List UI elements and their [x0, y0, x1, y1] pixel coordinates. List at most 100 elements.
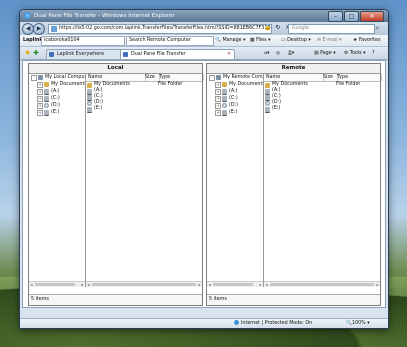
star-icon: ★	[353, 38, 358, 43]
files-button[interactable]: ▦ Files ▾	[250, 36, 271, 45]
tree-scrollbar[interactable]: ◂ ▸	[29, 281, 85, 287]
tree-item[interactable]: + My Documents	[29, 81, 85, 88]
page-menu[interactable]: ▤ Page ▾	[314, 49, 336, 58]
list-item[interactable]: (E:)	[86, 106, 202, 113]
tree-item[interactable]: - My Remote Comp	[207, 74, 263, 81]
tree-item[interactable]: + (A:)	[29, 88, 85, 95]
drive-icon	[44, 110, 49, 116]
home-icon[interactable]: ⌂▾	[264, 49, 269, 58]
tab-dual-pane-file-transfer[interactable]: Dual Pane File Transfer ✕	[120, 49, 235, 59]
column-header-type[interactable]: Type	[336, 74, 382, 81]
local-pane: Local - My Local Compute + My Documents + (A:…	[28, 63, 204, 306]
tree-item-label: My Documents	[229, 82, 264, 87]
scroll-thumb[interactable]	[213, 283, 253, 286]
folder-icon	[87, 82, 92, 88]
tab-close-icon[interactable]: ✕	[227, 50, 231, 59]
cd-icon	[265, 100, 270, 106]
column-header-name[interactable]: Name	[87, 74, 146, 81]
pane-title: Local	[29, 64, 202, 74]
expand-icon[interactable]: +	[215, 110, 221, 116]
drive-icon	[222, 110, 227, 116]
remote-computer-dropdown[interactable]: Search Remote Computer	[126, 36, 214, 46]
tree-item[interactable]: + (C:)	[207, 95, 263, 102]
tree-item-label: My Remote Comp	[223, 75, 264, 80]
list-header: Name Size Type	[86, 74, 204, 82]
pane-status: 5 items	[29, 294, 202, 305]
tree-item-label: (D:)	[229, 103, 239, 108]
tree-item-label: (A:)	[229, 89, 238, 94]
item-name: (E:)	[94, 106, 103, 111]
laplink-brand[interactable]: Laplink	[23, 36, 43, 45]
feeds-icon[interactable]: ◎	[276, 49, 280, 58]
maximize-button[interactable]: □	[344, 11, 359, 22]
folder-tree: - My Local Compute + My Documents + (A:) + (C:)…	[29, 74, 86, 287]
address-bar: ◀ ▶ https://lls5-02.go.com/com.laplink.T…	[20, 22, 388, 35]
drive-icon	[265, 106, 270, 113]
zone-label: Internet | Protected Mode: On	[241, 321, 313, 326]
tree-item-label: (C:)	[51, 96, 60, 101]
cd-icon	[222, 103, 227, 108]
list-item[interactable]: (E:)	[264, 106, 380, 113]
scroll-thumb[interactable]	[92, 283, 196, 286]
remote-pane: Remote - My Remote Comp + My Documents + (A:)…	[206, 63, 382, 306]
tree-item-label: (A:)	[51, 89, 60, 94]
column-header-name[interactable]: Name	[265, 74, 324, 81]
tree-item[interactable]: - My Local Compute	[29, 74, 85, 81]
column-header-type[interactable]: Type	[158, 74, 204, 81]
tree-item-label: (C:)	[229, 96, 238, 101]
pc-icon	[38, 75, 43, 80]
help-icon[interactable]: ?	[372, 49, 375, 58]
file-list: Name Size Type My Documents File Folder (A:)…	[264, 74, 382, 287]
tree-item-label: (E:)	[51, 110, 60, 115]
pc-icon	[216, 75, 221, 80]
scroll-right-icon[interactable]: ▸	[375, 282, 380, 287]
favorites-center-icon[interactable]: ★	[24, 49, 32, 57]
search-input[interactable]: Google	[288, 24, 375, 34]
title-bar[interactable]: Dual Pane File Transfer - Windows Intern…	[20, 10, 388, 22]
close-button[interactable]: ✕	[360, 11, 384, 22]
tree-item[interactable]: + (C:)	[29, 95, 85, 102]
tools-menu[interactable]: ⚙ Tools ▾	[344, 49, 366, 58]
expand-icon[interactable]: +	[37, 110, 43, 116]
email-button[interactable]: ✉ E-mail ▾	[317, 36, 342, 45]
manage-button[interactable]: 🔍 Manage ▾	[215, 36, 246, 45]
window-title: Dual Pane File Transfer - Windows Intern…	[34, 13, 175, 19]
scroll-right-icon[interactable]: ▸	[258, 282, 263, 287]
scroll-left-icon[interactable]: ◂	[29, 282, 34, 287]
scroll-right-icon[interactable]: ▸	[80, 282, 85, 287]
url-field[interactable]: https://lls5-02.go.com/com.laplink.Trans…	[48, 24, 272, 34]
scroll-thumb[interactable]	[270, 283, 374, 286]
tree-item[interactable]: + (A:)	[207, 88, 263, 95]
tree-item-label: (E:)	[229, 110, 238, 115]
tab-page-icon	[49, 52, 54, 57]
forward-icon[interactable]: ▶	[33, 23, 45, 35]
desktop-button[interactable]: ▭ Desktop ▾	[281, 36, 311, 45]
tree-scrollbar[interactable]: ◂ ▸	[207, 281, 263, 287]
scroll-left-icon[interactable]: ◂	[86, 282, 91, 287]
zoom-level[interactable]: 🔍100% ▾	[346, 319, 370, 328]
tree-item[interactable]: + (D:)	[29, 102, 85, 109]
add-favorite-icon[interactable]: ✚	[33, 49, 41, 57]
refresh-icon[interactable]: ↻	[274, 24, 282, 32]
cd-icon	[44, 103, 49, 108]
print-icon[interactable]: ⎙▾	[288, 49, 294, 58]
search-icon[interactable]: ⌕	[373, 24, 382, 34]
tree-item[interactable]: + My Documents	[207, 81, 263, 88]
scroll-right-icon[interactable]: ▸	[197, 282, 202, 287]
tree-item[interactable]: + (E:)	[207, 109, 263, 116]
tree-item[interactable]: + (D:)	[207, 102, 263, 109]
tree-item[interactable]: + (E:)	[29, 109, 85, 116]
favorites-button[interactable]: ★ Favorites	[353, 36, 381, 45]
lock-icon[interactable]: 🔒	[264, 24, 272, 32]
scroll-left-icon[interactable]: ◂	[207, 282, 212, 287]
tree-item-label: My Documents	[51, 82, 86, 87]
tab-label: Dual Pane File Transfer	[131, 52, 186, 57]
scroll-thumb[interactable]	[35, 283, 75, 286]
folder-tree: - My Remote Comp + My Documents + (A:) + (C:) +(…	[207, 74, 264, 287]
list-scrollbar[interactable]: ◂ ▸	[86, 281, 202, 287]
security-zone[interactable]: Internet | Protected Mode: On	[234, 319, 312, 328]
scroll-left-icon[interactable]: ◂	[264, 282, 269, 287]
list-scrollbar[interactable]: ◂ ▸	[264, 281, 380, 287]
user-field[interactable]: lcaboroka0104	[41, 36, 125, 46]
minimize-button[interactable]: –	[328, 11, 343, 22]
